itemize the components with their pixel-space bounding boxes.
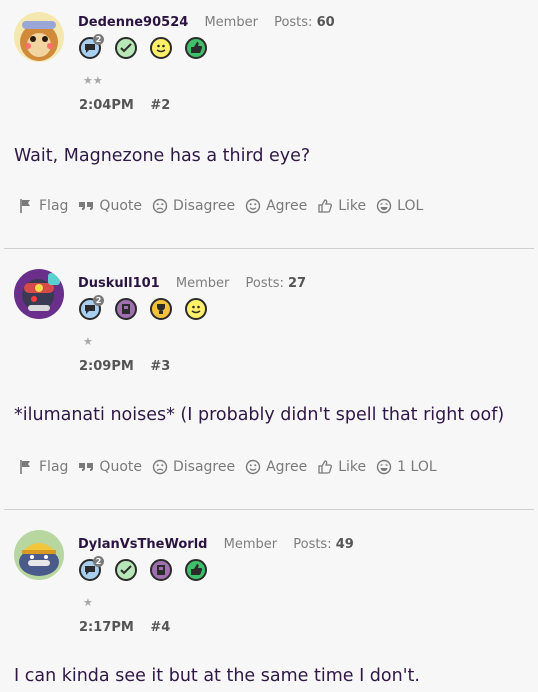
flag-button[interactable]: Flag	[18, 198, 68, 214]
post-divider	[4, 509, 534, 510]
quote-label: Quote	[99, 198, 142, 214]
laugh-icon	[376, 459, 392, 475]
post-body: I can kinda see it but at the same time …	[14, 666, 420, 686]
agree-label: Agree	[266, 459, 308, 475]
thumbsup-badge-icon[interactable]	[185, 37, 207, 59]
quote-icon	[79, 202, 94, 210]
lol-button[interactable]: LOL	[376, 198, 423, 214]
lol-label: LOL	[397, 198, 424, 214]
smile-icon	[245, 459, 261, 475]
flag-icon	[20, 460, 30, 474]
quote-button[interactable]: Quote	[78, 459, 142, 475]
rank-stars: ★	[83, 335, 93, 348]
check-badge-icon[interactable]	[115, 37, 137, 59]
post-header: DylanVsTheWorld Member Posts: 49	[78, 537, 354, 552]
lol-button[interactable]: 1 LOL	[376, 459, 437, 475]
posts-label: Posts:	[293, 537, 332, 552]
flag-button[interactable]: Flag	[18, 459, 68, 475]
post-meta: 2:17PM #4	[79, 620, 170, 635]
post-body: Wait, Magnezone has a third eye?	[14, 146, 311, 166]
post-time[interactable]: 2:09PM	[79, 359, 134, 374]
smile-icon	[245, 198, 261, 214]
posts-label: Posts:	[245, 276, 284, 291]
flag-label: Flag	[39, 198, 69, 214]
lol-label: 1 LOL	[397, 459, 437, 475]
rank-stars: ★★	[83, 74, 103, 87]
badge-count: 2	[93, 295, 104, 306]
post-divider	[4, 248, 534, 249]
username[interactable]: Duskull101	[78, 276, 160, 291]
notebook-badge-icon[interactable]	[150, 559, 172, 581]
thumbsup-badge-icon[interactable]	[185, 559, 207, 581]
post-number[interactable]: #4	[150, 620, 170, 635]
post-time[interactable]: 2:04PM	[79, 98, 134, 113]
frown-icon	[152, 198, 168, 214]
avatar[interactable]	[14, 269, 64, 319]
quote-label: Quote	[99, 459, 142, 475]
agree-label: Agree	[266, 198, 308, 214]
flag-icon	[20, 199, 30, 213]
like-label: Like	[338, 459, 367, 475]
post-number[interactable]: #2	[150, 98, 170, 113]
posts-count: 27	[288, 276, 307, 291]
smile-badge-icon[interactable]	[185, 298, 207, 320]
posts-count: 49	[335, 537, 354, 552]
avatar[interactable]	[14, 12, 64, 62]
post-meta: 2:04PM #2	[79, 98, 170, 113]
disagree-label: Disagree	[172, 459, 236, 475]
post-header: Dedenne90524 Member Posts: 60	[78, 15, 335, 30]
chat-badge-icon[interactable]: 2	[79, 34, 104, 59]
chat-badge-icon[interactable]: 2	[79, 295, 104, 320]
post-number[interactable]: #3	[150, 359, 170, 374]
disagree-button[interactable]: Disagree	[152, 459, 235, 475]
user-role: Member	[204, 15, 258, 30]
username[interactable]: DylanVsTheWorld	[78, 537, 207, 552]
like-button[interactable]: Like	[317, 198, 366, 214]
rank-stars: ★	[83, 596, 93, 609]
disagree-label: Disagree	[172, 198, 236, 214]
post-time[interactable]: 2:17PM	[79, 620, 134, 635]
post-meta: 2:09PM #3	[79, 359, 170, 374]
chat-badge-icon[interactable]: 2	[79, 556, 104, 581]
frown-icon	[152, 459, 168, 475]
laugh-icon	[376, 198, 392, 214]
quote-icon	[79, 463, 94, 471]
post-header: Duskull101 Member Posts: 27	[78, 276, 306, 291]
user-role: Member	[175, 276, 230, 291]
post-body: *ilumanati noises* (I probably didn't sp…	[14, 405, 505, 425]
thumbs-up-icon	[318, 199, 333, 213]
thumbs-up-icon	[318, 460, 333, 474]
posts-label: Posts:	[274, 15, 313, 30]
user-role: Member	[223, 537, 278, 552]
post-actions: Flag Quote Disagree Agree Like 1 LOL	[18, 459, 447, 475]
trophy-badge-icon[interactable]	[150, 298, 172, 320]
check-badge-icon[interactable]	[115, 559, 137, 581]
avatar[interactable]	[14, 530, 64, 580]
posts-count: 60	[316, 15, 335, 30]
username[interactable]: Dedenne90524	[78, 15, 188, 30]
agree-button[interactable]: Agree	[245, 459, 307, 475]
post-actions: Flag Quote Disagree Agree Like LOL	[18, 198, 433, 214]
flag-label: Flag	[39, 459, 69, 475]
agree-button[interactable]: Agree	[245, 198, 307, 214]
notebook-badge-icon[interactable]	[115, 298, 137, 320]
quote-button[interactable]: Quote	[78, 198, 142, 214]
like-label: Like	[338, 198, 367, 214]
like-button[interactable]: Like	[317, 459, 366, 475]
badge-count: 2	[93, 34, 104, 45]
smile-badge-icon[interactable]	[150, 37, 172, 59]
badge-count: 2	[93, 556, 104, 567]
disagree-button[interactable]: Disagree	[152, 198, 235, 214]
